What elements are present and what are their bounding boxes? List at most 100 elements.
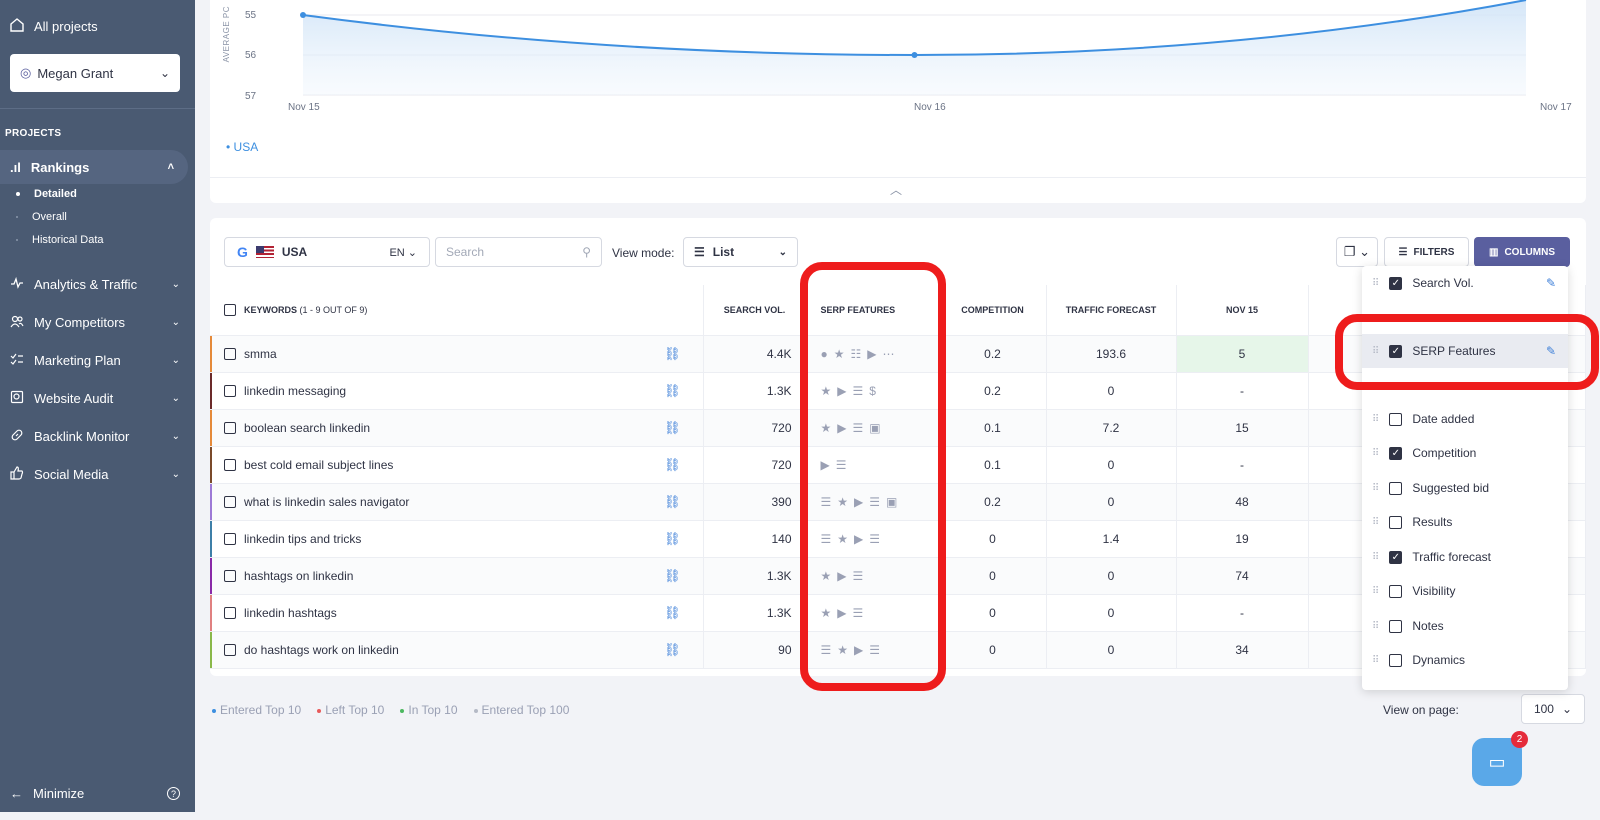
sidebar-item-social-media[interactable]: Social Media ⌄ — [10, 466, 180, 483]
drag-handle-icon[interactable]: ⠿ — [1372, 517, 1379, 528]
keyword-text: best cold email subject lines — [244, 457, 394, 472]
x-tick: Nov 15 — [288, 102, 320, 113]
help-icon[interactable]: ? — [167, 787, 180, 800]
filters-button[interactable]: ☰ FILTERS — [1384, 237, 1469, 267]
row-checkbox[interactable] — [224, 347, 236, 360]
column-option[interactable]: ⠿ Notes — [1362, 609, 1568, 643]
link-icon[interactable]: ⛓ — [664, 642, 681, 658]
column-option[interactable]: ⠿ ✓ Search Vol. ✎ — [1362, 266, 1568, 300]
row-checkbox[interactable] — [224, 458, 236, 471]
keyword-cell: boolean search linkedin ⛓ — [210, 409, 704, 447]
column-checkbox[interactable]: ✓ — [1389, 446, 1403, 460]
column-checkbox[interactable]: ✓ — [1389, 550, 1403, 564]
link-icon[interactable]: ⛓ — [664, 457, 681, 473]
traffic-forecast-cell: 0 — [1046, 557, 1177, 595]
keyword-text: what is linkedin sales navigator — [244, 494, 410, 509]
chevron-down-icon: ⌄ — [171, 279, 180, 290]
chevron-up-icon: ˄ — [167, 161, 174, 173]
column-checkbox[interactable] — [1389, 584, 1403, 598]
search-vol-cell: 140 — [703, 520, 807, 558]
col-keywords[interactable]: KEYWORDS (1 - 9 OUT OF 9) — [210, 285, 704, 336]
data-point[interactable] — [911, 52, 918, 58]
row-checkbox[interactable] — [224, 643, 236, 656]
region-selector[interactable]: G USA EN ⌄ — [224, 237, 430, 267]
chart-legend-usa[interactable]: • USA — [226, 140, 258, 154]
column-checkbox[interactable] — [1389, 412, 1403, 426]
drag-handle-icon[interactable]: ⠿ — [1372, 586, 1379, 597]
link-icon[interactable]: ⛓ — [664, 494, 681, 510]
columns-button[interactable]: ▥ COLUMNS — [1474, 237, 1570, 267]
sidebar-item-competitors[interactable]: My Competitors ⌄ — [10, 314, 180, 331]
drag-handle-icon[interactable]: ⠿ — [1372, 655, 1379, 666]
drag-handle-icon[interactable]: ⠿ — [1372, 448, 1379, 459]
link-icon[interactable]: ⛓ — [664, 346, 681, 362]
sidebar-item-backlink-monitor[interactable]: Backlink Monitor ⌄ — [10, 428, 180, 445]
row-checkbox[interactable] — [224, 421, 236, 434]
drag-handle-icon[interactable]: ⠿ — [1372, 552, 1379, 563]
collapse-chevron-icon[interactable]: ︿ — [890, 181, 902, 198]
search-input[interactable]: Search ⚲ — [435, 237, 602, 267]
select-all-checkbox[interactable] — [224, 303, 236, 316]
column-option[interactable]: ⠿ Results — [1362, 505, 1568, 539]
link-icon[interactable]: ⛓ — [664, 531, 681, 547]
link-icon[interactable]: ⛓ — [664, 383, 681, 399]
col-traffic-forecast[interactable]: TRAFFIC FORECAST — [1046, 285, 1177, 336]
sub-label: Detailed — [34, 188, 77, 200]
view-mode-select[interactable]: ☰ List ⌄ — [683, 237, 798, 267]
chevron-down-icon: ⌄ — [778, 246, 787, 258]
sidebar-sub-historical[interactable]: Historical Data — [16, 234, 104, 246]
row-marker — [210, 594, 212, 631]
drag-handle-icon[interactable]: ⠿ — [1372, 483, 1379, 494]
row-checkbox[interactable] — [224, 532, 236, 545]
export-button[interactable]: ❐ ⌄ — [1336, 237, 1378, 267]
column-option[interactable]: ⠿ Dynamics — [1362, 643, 1568, 677]
column-option[interactable]: ⠿ Suggested bid — [1362, 471, 1568, 505]
view-on-page-select[interactable]: 100 ⌄ — [1521, 694, 1585, 724]
competition-cell: 0 — [939, 631, 1047, 669]
column-checkbox[interactable] — [1389, 619, 1403, 633]
column-checkbox[interactable] — [1389, 481, 1403, 495]
column-option[interactable]: ⠿ Date added — [1362, 402, 1568, 436]
nov15-cell: - — [1176, 594, 1309, 632]
drag-handle-icon[interactable]: ⠿ — [1372, 414, 1379, 425]
column-option[interactable]: ⠿ ✓ Competition — [1362, 436, 1568, 470]
col-nov15[interactable]: NOV 15 — [1176, 285, 1309, 336]
drag-handle-icon[interactable]: ⠿ — [1372, 621, 1379, 632]
sidebar-item-analytics[interactable]: Analytics & Traffic ⌄ — [10, 276, 180, 293]
col-competition[interactable]: COMPETITION — [939, 285, 1047, 336]
sidebar-item-rankings[interactable]: .ıl Rankings ˄ — [0, 150, 188, 184]
pin-icon[interactable]: ✎ — [1546, 276, 1556, 290]
sidebar-sub-overall[interactable]: Overall — [16, 211, 67, 223]
column-checkbox[interactable]: ✓ — [1389, 276, 1403, 290]
link-icon[interactable]: ⛓ — [664, 568, 681, 584]
keyword-cell: hashtags on linkedin ⛓ — [210, 557, 704, 595]
column-checkbox[interactable] — [1389, 515, 1403, 529]
link-icon — [10, 428, 24, 445]
drag-handle-icon[interactable]: ⠿ — [1372, 278, 1379, 289]
sidebar-item-marketing-plan[interactable]: Marketing Plan ⌄ — [10, 352, 180, 369]
row-checkbox[interactable] — [224, 569, 236, 582]
row-checkbox[interactable] — [224, 384, 236, 397]
column-option-label: Suggested bid — [1412, 481, 1490, 495]
link-icon[interactable]: ⛓ — [664, 420, 681, 436]
column-option-label: Search Vol. — [1412, 276, 1474, 290]
legend-entered-top100: Entered Top 100 — [473, 703, 569, 717]
column-option[interactable]: ⠿ ✓ Traffic forecast — [1362, 540, 1568, 574]
all-projects-link[interactable]: All projects — [10, 18, 98, 35]
page-size-value: 100 — [1533, 702, 1554, 716]
column-option[interactable]: ⠿ Visibility — [1362, 574, 1568, 608]
col-search-vol[interactable]: SEARCH VOL. — [703, 285, 807, 336]
link-icon[interactable]: ⛓ — [664, 605, 681, 621]
row-checkbox[interactable] — [224, 606, 236, 619]
data-point[interactable] — [300, 12, 306, 18]
rankings-label: Rankings — [30, 159, 90, 175]
minimize-button[interactable]: ← Minimize ? — [10, 786, 180, 801]
row-checkbox[interactable] — [224, 495, 236, 508]
x-tick: Nov 16 — [914, 102, 946, 113]
column-checkbox[interactable] — [1389, 653, 1403, 667]
chevron-down-icon: ⌄ — [171, 355, 180, 366]
sidebar-sub-detailed[interactable]: Detailed — [16, 188, 77, 200]
search-placeholder: Search — [446, 245, 485, 259]
sidebar-item-website-audit[interactable]: Website Audit ⌄ — [10, 390, 180, 407]
user-selector[interactable]: ◎ Megan Grant ⌄ — [10, 54, 180, 92]
